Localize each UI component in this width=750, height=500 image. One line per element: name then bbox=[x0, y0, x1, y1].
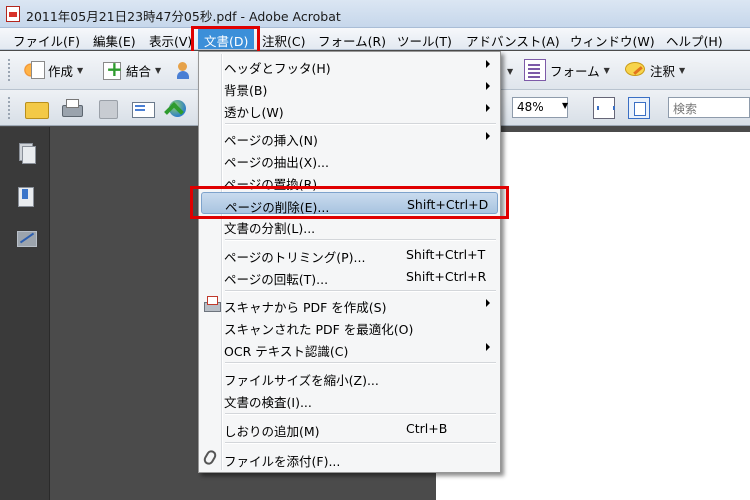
comment-icon bbox=[624, 59, 646, 81]
menu-view[interactable]: 表示(V) bbox=[149, 31, 192, 50]
combine-label: 結合 bbox=[126, 63, 152, 79]
menu-advanced[interactable]: アドバンスト(A) bbox=[466, 31, 560, 50]
zoom-dropdown-icon[interactable]: ▼ bbox=[562, 101, 568, 110]
combine-files-icon bbox=[100, 57, 123, 81]
chevron-down-icon: ▼ bbox=[155, 65, 162, 75]
menu-separator bbox=[225, 290, 496, 292]
submenu-arrow-icon bbox=[486, 299, 490, 307]
fit-width-icon[interactable] bbox=[593, 97, 615, 119]
chevron-down-icon: ▼ bbox=[679, 65, 686, 75]
submenu-arrow-icon bbox=[486, 60, 490, 68]
menu-item-crop-pages[interactable]: ページのトリミング(P)... Shift+Ctrl+T bbox=[201, 243, 498, 265]
menu-item-rotate-pages[interactable]: ページの回転(T)... Shift+Ctrl+R bbox=[201, 265, 498, 287]
toolbar-grip[interactable] bbox=[8, 59, 12, 81]
form-icon bbox=[524, 59, 546, 81]
navigation-pane bbox=[0, 127, 50, 500]
comment-button[interactable]: 注釈 ▼ bbox=[624, 59, 685, 81]
menu-help[interactable]: ヘルプ(H) bbox=[666, 31, 723, 50]
open-folder-icon[interactable] bbox=[24, 97, 49, 119]
title-bar: 2011年05月21日23時47分05秒.pdf - Adobe Acrobat bbox=[0, 0, 750, 28]
menu-forms[interactable]: フォーム(R) bbox=[318, 31, 386, 50]
submenu-arrow-icon bbox=[486, 104, 490, 112]
menu-file[interactable]: ファイル(F) bbox=[13, 31, 80, 50]
menu-item-ocr[interactable]: OCR テキスト認識(C) bbox=[201, 337, 498, 359]
delete-pages-callout bbox=[190, 186, 509, 219]
submenu-arrow-icon bbox=[486, 132, 490, 140]
submenu-arrow-icon bbox=[486, 343, 490, 351]
menu-item-reduce-file-size[interactable]: ファイルサイズを縮小(Z)... bbox=[201, 366, 498, 388]
toolbar-overflow-icon[interactable]: ▼ bbox=[507, 67, 513, 76]
menu-item-add-bookmark[interactable]: しおりの追加(M) Ctrl+B bbox=[201, 417, 498, 439]
menu-item-examine-document[interactable]: 文書の検査(I)... bbox=[201, 388, 498, 410]
collaborate-button[interactable] bbox=[176, 59, 198, 81]
menu-item-background[interactable]: 背景(B) bbox=[201, 76, 498, 98]
menu-item-watermark[interactable]: 透かし(W) bbox=[201, 98, 498, 120]
chevron-down-icon: ▼ bbox=[77, 65, 84, 75]
menu-separator bbox=[225, 413, 496, 415]
submenu-arrow-icon bbox=[486, 82, 490, 90]
menu-item-create-from-scanner[interactable]: スキャナから PDF を作成(S) bbox=[201, 293, 498, 315]
chevron-down-icon: ▼ bbox=[603, 65, 610, 75]
document-menu-dropdown: ヘッダとフッタ(H) 背景(B) 透かし(W) ページの挿入(N) ページの抽出… bbox=[198, 51, 501, 473]
menu-tools[interactable]: ツール(T) bbox=[397, 31, 452, 50]
menu-edit[interactable]: 編集(E) bbox=[93, 31, 136, 50]
menu-item-header-footer[interactable]: ヘッダとフッタ(H) bbox=[201, 54, 498, 76]
collaborate-icon bbox=[176, 59, 198, 81]
create-button[interactable]: 作成 ▼ bbox=[22, 59, 83, 81]
menu-window[interactable]: ウィンドウ(W) bbox=[570, 31, 655, 50]
scanner-icon bbox=[204, 296, 221, 312]
pdf-file-icon bbox=[6, 6, 20, 22]
menu-separator bbox=[225, 442, 496, 444]
toolbar-grip[interactable] bbox=[8, 97, 12, 119]
print-icon[interactable] bbox=[60, 97, 83, 119]
menu-separator bbox=[225, 123, 496, 125]
menu-item-attach-file[interactable]: ファイルを添付(F)... bbox=[201, 447, 498, 469]
menu-separator bbox=[225, 239, 496, 241]
combine-button[interactable]: 結合 ▼ bbox=[100, 57, 162, 81]
paperclip-icon bbox=[201, 448, 219, 467]
menu-item-insert-pages[interactable]: ページの挿入(N) bbox=[201, 126, 498, 148]
create-label: 作成 bbox=[48, 63, 74, 79]
bookmarks-panel-icon[interactable] bbox=[17, 187, 35, 207]
web-upload-icon[interactable] bbox=[166, 97, 188, 119]
email-icon[interactable] bbox=[131, 97, 155, 119]
document-menu-callout bbox=[191, 26, 260, 54]
create-pdf-icon bbox=[22, 59, 45, 81]
comment-label: 注釈 bbox=[650, 63, 676, 79]
menu-comments[interactable]: 注釈(C) bbox=[262, 31, 305, 50]
zoom-input[interactable]: 48% bbox=[512, 97, 568, 118]
forms-button[interactable]: フォーム ▼ bbox=[524, 59, 610, 81]
menu-separator bbox=[225, 362, 496, 364]
forms-label: フォーム bbox=[550, 63, 600, 79]
pages-panel-icon[interactable] bbox=[17, 143, 36, 164]
window-title: 2011年05月21日23時47分05秒.pdf - Adobe Acrobat bbox=[26, 9, 341, 24]
menu-item-extract-pages[interactable]: ページの抽出(X)... bbox=[201, 148, 498, 170]
menu-bar: ファイル(F) 編集(E) 表示(V) 文書(D) 注釈(C) フォーム(R) … bbox=[0, 28, 750, 50]
signatures-panel-icon[interactable] bbox=[17, 229, 37, 249]
search-input[interactable]: 検索 bbox=[668, 97, 750, 118]
menu-item-optimize-scanned[interactable]: スキャンされた PDF を最適化(O) bbox=[201, 315, 498, 337]
fit-page-icon[interactable] bbox=[628, 97, 650, 119]
save-icon[interactable] bbox=[96, 97, 118, 119]
